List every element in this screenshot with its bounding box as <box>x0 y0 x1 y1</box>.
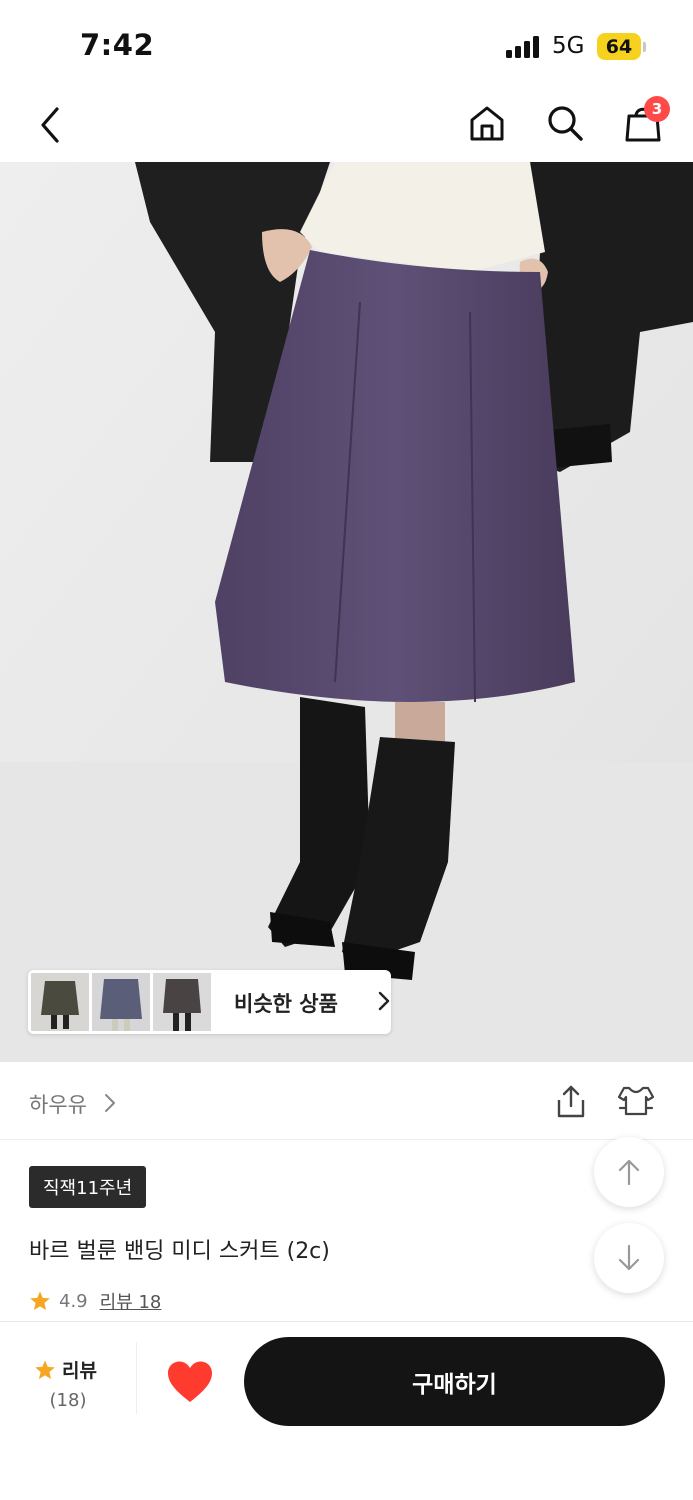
battery-indicator: 64 <box>597 33 641 60</box>
network-label: 5G <box>552 33 585 59</box>
product-title: 바르 벌룬 밴딩 미디 스커트 (2c) <box>29 1239 330 1264</box>
rating-value: 4.9 <box>59 1290 88 1312</box>
scroll-down-button[interactable] <box>594 1223 664 1293</box>
product-image[interactable] <box>0 162 693 1062</box>
review-count-link[interactable]: 리뷰 18 <box>100 1288 162 1314</box>
product-photo <box>0 162 693 1062</box>
battery-cap <box>643 42 646 52</box>
search-button[interactable] <box>544 102 586 144</box>
cart-count-badge: 3 <box>644 96 670 122</box>
arrow-up-icon <box>618 1159 640 1186</box>
shop-row: 하우유 <box>0 1062 693 1140</box>
star-icon <box>35 1359 55 1379</box>
back-button[interactable] <box>30 105 70 145</box>
back-arrow-icon <box>41 107 59 143</box>
review-tab-label: 리뷰 <box>62 1360 97 1382</box>
arrow-down-icon <box>618 1244 640 1271</box>
scroll-up-button[interactable] <box>594 1137 664 1207</box>
home-button[interactable] <box>466 102 508 144</box>
status-bar: 7:42 5G 64 <box>0 0 693 88</box>
fitting-icon[interactable] <box>616 1084 656 1120</box>
promo-badge: 직잭11주년 <box>29 1166 147 1208</box>
share-icon[interactable] <box>553 1084 589 1120</box>
similar-thumb <box>31 973 89 1031</box>
similar-products-card[interactable]: 비슷한 상품 <box>28 970 391 1034</box>
star-icon <box>30 1291 50 1310</box>
heart-icon[interactable] <box>166 1360 214 1404</box>
top-nav-bar <box>0 88 693 162</box>
home-icon <box>470 106 504 141</box>
buy-button[interactable]: 구매하기 <box>244 1337 665 1426</box>
review-tab-button[interactable]: 리뷰 (18) <box>0 1322 136 1427</box>
rating-row: 4.9 리뷰 18 <box>29 1288 161 1314</box>
similar-thumb <box>153 973 211 1031</box>
similar-products-label: 비슷한 상품 <box>234 992 338 1016</box>
chevron-right-icon <box>378 991 390 1011</box>
search-icon <box>548 106 583 141</box>
shop-name-link[interactable]: 하우유 <box>29 1089 87 1119</box>
signal-icon <box>506 36 539 58</box>
review-tab-title: 리뷰 <box>34 1356 97 1383</box>
review-tab-count: (18) <box>49 1390 87 1411</box>
bottom-action-bar: 리뷰 (18) 구매하기 <box>0 1321 693 1500</box>
similar-thumb <box>92 973 150 1031</box>
status-time: 7:42 <box>80 28 155 62</box>
chevron-right-icon <box>105 1094 115 1112</box>
divider <box>136 1342 137 1414</box>
